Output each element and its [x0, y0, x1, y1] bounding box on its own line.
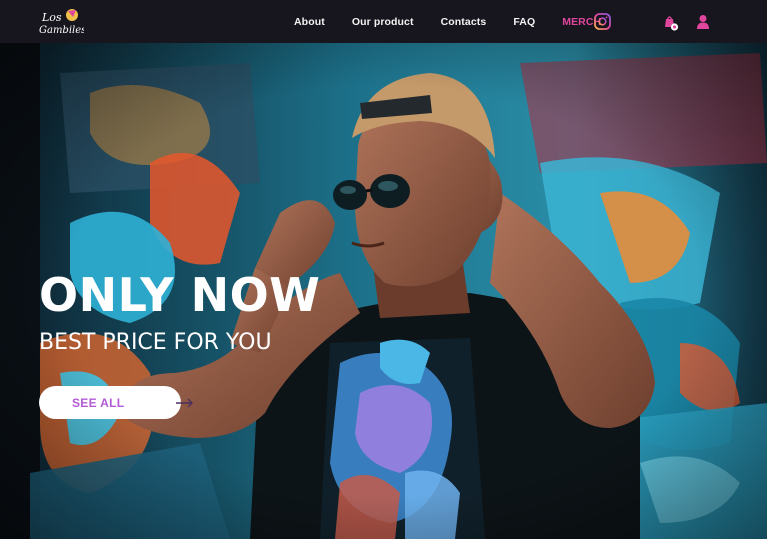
hero-subline: BEST PRICE FOR YOU — [39, 330, 272, 355]
nav-link-contacts[interactable]: Contacts — [441, 16, 487, 28]
svg-text:Los: Los — [41, 11, 62, 24]
brand-logo[interactable]: Los Gambiles — [38, 5, 84, 39]
nav-link-about[interactable]: About — [294, 16, 325, 28]
shopping-bag-icon[interactable] — [663, 14, 679, 32]
user-icon[interactable] — [696, 14, 710, 30]
hero-headline: ONLY NOW — [39, 268, 321, 322]
see-all-button[interactable]: SEE ALL — [39, 386, 193, 419]
top-navbar: Los Gambiles About Our product Contacts … — [0, 0, 767, 43]
instagram-icon[interactable] — [594, 13, 611, 30]
arrow-right-icon — [176, 398, 193, 408]
nav-links: About Our product Contacts FAQ MERCH — [294, 0, 611, 43]
see-all-label: SEE ALL — [72, 395, 125, 410]
nav-link-our-product[interactable]: Our product — [352, 16, 414, 28]
svg-text:Gambiles: Gambiles — [39, 25, 84, 36]
hero-banner: ONLY NOW BEST PRICE FOR YOU SEE ALL — [0, 43, 767, 539]
nav-link-faq[interactable]: FAQ — [513, 16, 535, 28]
